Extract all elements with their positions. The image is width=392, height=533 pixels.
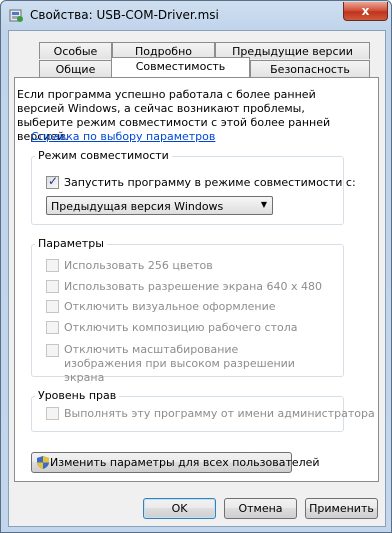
change-all-users-button[interactable]: Изменить параметры для всех пользователе… (31, 452, 320, 473)
dropdown-arrow-icon: ▼ (260, 200, 267, 209)
uac-shield-icon (37, 456, 49, 469)
tab-general[interactable]: Общие (39, 60, 112, 77)
run-as-admin-checkbox[interactable] (46, 407, 59, 420)
ok-button[interactable]: OK (143, 498, 216, 519)
compat-mode-label: Режим совместимости (35, 149, 172, 162)
close-button[interactable]: x (343, 2, 388, 21)
run-as-admin-label: Выполнять эту программу от имени админис… (64, 407, 375, 420)
os-version-value: Предыдущая версия Windows (51, 200, 224, 213)
checkmark-icon: ✓ (48, 174, 59, 188)
option-visual-themes-checkbox[interactable] (46, 300, 59, 313)
help-link[interactable]: Справка по выбору параметров (31, 130, 215, 143)
option-256-colors-label: Использовать 256 цветов (64, 259, 213, 272)
cancel-button[interactable]: Отмена (224, 498, 297, 519)
change-all-users-label: Изменить параметры для всех пользователе… (50, 456, 320, 469)
apply-button[interactable]: Применить (305, 498, 378, 519)
option-dpi-scaling-checkbox[interactable] (46, 344, 59, 357)
tab-strip: Особые Подробно Предыдущие версии Общие … (9, 31, 385, 79)
close-icon: x (361, 4, 370, 18)
os-version-select[interactable]: Предыдущая версия Windows ▼ (46, 196, 273, 215)
option-desktop-composition-label: Отключить композицию рабочего стола (64, 321, 298, 334)
installer-package-icon (9, 9, 23, 22)
option-256-colors-checkbox[interactable] (46, 259, 59, 272)
option-640x480-label: Использовать разрешение экрана 640 x 480 (64, 280, 322, 293)
option-640x480-checkbox[interactable] (46, 280, 59, 293)
compat-mode-checkbox-label: Запустить программу в режиме совместимос… (64, 176, 356, 189)
tab-special[interactable]: Особые (39, 42, 112, 59)
privilege-label: Уровень прав (35, 389, 120, 402)
compat-mode-checkbox[interactable]: ✓ (46, 174, 59, 189)
properties-window: Свойства: USB-COM-Driver.msi x Особые По… (0, 0, 392, 533)
option-visual-themes-label: Отключить визуальное оформление (64, 300, 276, 313)
title-bar[interactable]: Свойства: USB-COM-Driver.msi x (1, 1, 391, 29)
option-desktop-composition-checkbox[interactable] (46, 321, 59, 334)
window-title: Свойства: USB-COM-Driver.msi (30, 8, 219, 22)
parameters-label: Параметры (35, 237, 107, 250)
tab-compatibility[interactable]: Совместимость (111, 57, 250, 77)
option-dpi-scaling-label: Отключить масштабирование изображения пр… (64, 343, 295, 384)
tab-security[interactable]: Безопасность (250, 60, 370, 77)
